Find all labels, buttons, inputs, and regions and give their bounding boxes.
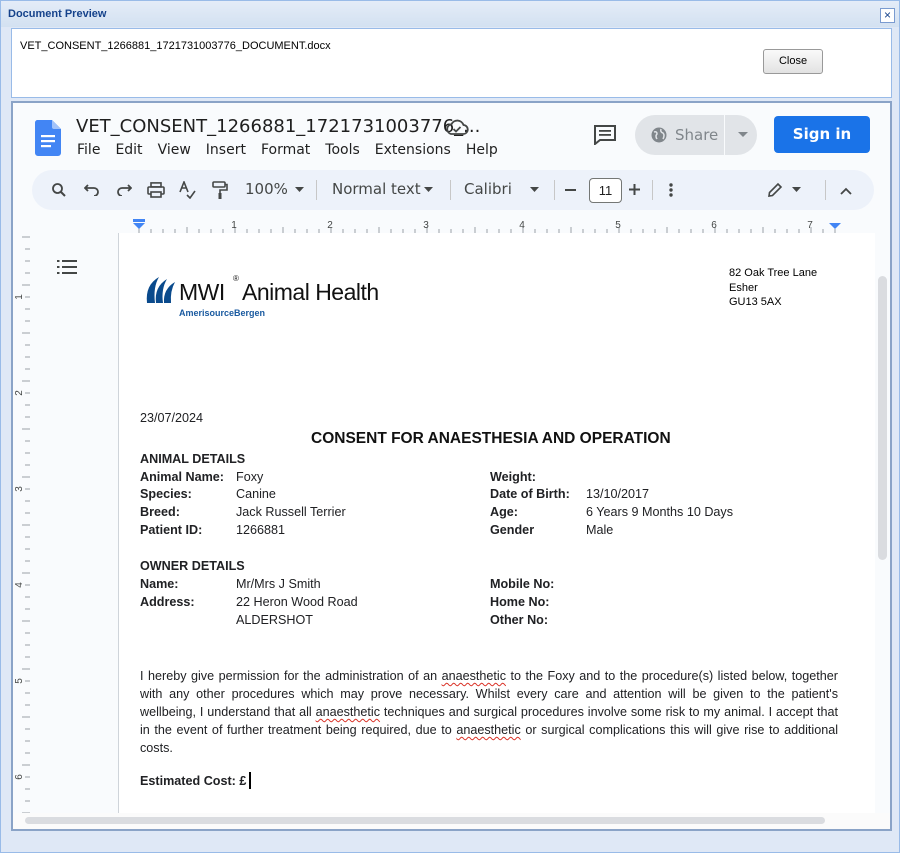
menu-insert[interactable]: Insert — [206, 142, 246, 158]
toolbar-divider — [316, 180, 317, 200]
style-select[interactable]: Normal text — [332, 180, 421, 198]
paint-format-icon[interactable] — [212, 181, 228, 199]
ruler-number: 4 — [14, 582, 25, 588]
toolbar-divider — [554, 180, 555, 200]
menu-extensions[interactable]: Extensions — [375, 142, 451, 158]
close-button[interactable]: Close — [763, 49, 823, 74]
menu-help[interactable]: Help — [466, 142, 498, 158]
ruler-number: 7 — [807, 220, 813, 231]
doc-title[interactable]: VET_CONSENT_1266881_1721731003776_... — [76, 116, 480, 137]
zoom-select[interactable]: 100% — [245, 180, 288, 198]
dialog-titlebar: Document Preview × — [1, 1, 899, 27]
undo-icon[interactable] — [84, 184, 100, 196]
horizontal-scrollbar[interactable] — [13, 813, 890, 829]
editing-mode-dropdown-icon[interactable] — [792, 187, 801, 192]
scrollbar-thumb[interactable] — [878, 276, 887, 560]
menu-edit[interactable]: Edit — [115, 142, 142, 158]
cloud-status-icon — [446, 119, 469, 135]
scrollbar-thumb[interactable] — [25, 817, 825, 824]
ruler-number: 1 — [14, 294, 25, 300]
toolbar-divider — [450, 180, 451, 200]
dialog-title: Document Preview — [8, 8, 107, 20]
vertical-ruler[interactable]: 1 2 3 4 5 6 — [13, 233, 30, 813]
ruler-number: 2 — [14, 390, 25, 396]
ruler-number: 3 — [423, 220, 429, 231]
font-size-input[interactable]: 11 — [589, 178, 622, 203]
ruler-number: 5 — [615, 220, 621, 231]
google-docs-frame: VET_CONSENT_1266881_1721731003776_... Fi… — [11, 101, 892, 831]
search-icon[interactable] — [52, 183, 66, 197]
menu-format[interactable]: Format — [261, 142, 310, 158]
document-outline-icon[interactable] — [57, 259, 77, 275]
dialog-close-icon[interactable]: × — [880, 8, 895, 23]
sign-in-button[interactable]: Sign in — [774, 116, 870, 153]
share-divider — [724, 115, 725, 155]
zoom-dropdown-icon[interactable] — [295, 187, 304, 192]
print-icon[interactable] — [147, 182, 165, 198]
ruler-number: 6 — [14, 774, 25, 780]
ruler-number: 5 — [14, 678, 25, 684]
file-info-panel: VET_CONSENT_1266881_1721731003776_DOCUME… — [11, 28, 892, 98]
docs-header: VET_CONSENT_1266881_1721731003776_... Fi… — [13, 103, 890, 221]
ruler-number: 1 — [231, 220, 237, 231]
formatting-toolbar: 100% Normal text Calibri 11 — [32, 170, 874, 210]
ruler-number: 2 — [327, 220, 333, 231]
share-dropdown-icon[interactable] — [738, 132, 748, 138]
increase-font-size-icon[interactable] — [629, 184, 640, 195]
menu-file[interactable]: File — [77, 142, 100, 158]
document-preview-dialog: Document Preview × VET_CONSENT_1266881_1… — [0, 0, 900, 853]
redo-icon[interactable] — [116, 184, 132, 196]
menu-tools[interactable]: Tools — [325, 142, 360, 158]
menu-bar: File Edit View Insert Format Tools Exten… — [77, 142, 498, 158]
ruler-number: 4 — [519, 220, 525, 231]
decrease-font-size-icon[interactable] — [565, 189, 576, 191]
horizontal-ruler[interactable]: 1 2 3 4 5 6 7 — [13, 219, 890, 233]
docs-logo-icon[interactable] — [35, 120, 61, 156]
toolbar-divider — [652, 180, 653, 200]
font-select[interactable]: Calibri — [464, 180, 512, 198]
toolbar-divider — [825, 180, 826, 200]
menu-view[interactable]: View — [158, 142, 191, 158]
share-label: Share — [675, 126, 719, 144]
style-dropdown-icon[interactable] — [424, 187, 433, 192]
globe-icon — [651, 127, 667, 143]
document-page[interactable] — [118, 233, 890, 813]
font-dropdown-icon[interactable] — [530, 187, 539, 192]
editing-mode-icon[interactable] — [767, 182, 783, 198]
spellcheck-icon[interactable] — [179, 181, 196, 199]
more-options-icon[interactable] — [669, 183, 673, 197]
share-button[interactable]: Share — [635, 115, 757, 155]
comment-history-icon[interactable] — [594, 125, 616, 145]
file-name: VET_CONSENT_1266881_1721731003776_DOCUME… — [20, 40, 331, 52]
collapse-menus-icon[interactable] — [840, 187, 852, 195]
ruler-number: 6 — [711, 220, 717, 231]
vertical-scrollbar[interactable] — [875, 233, 890, 813]
ruler-number: 3 — [14, 486, 25, 492]
document-canvas — [30, 233, 890, 813]
